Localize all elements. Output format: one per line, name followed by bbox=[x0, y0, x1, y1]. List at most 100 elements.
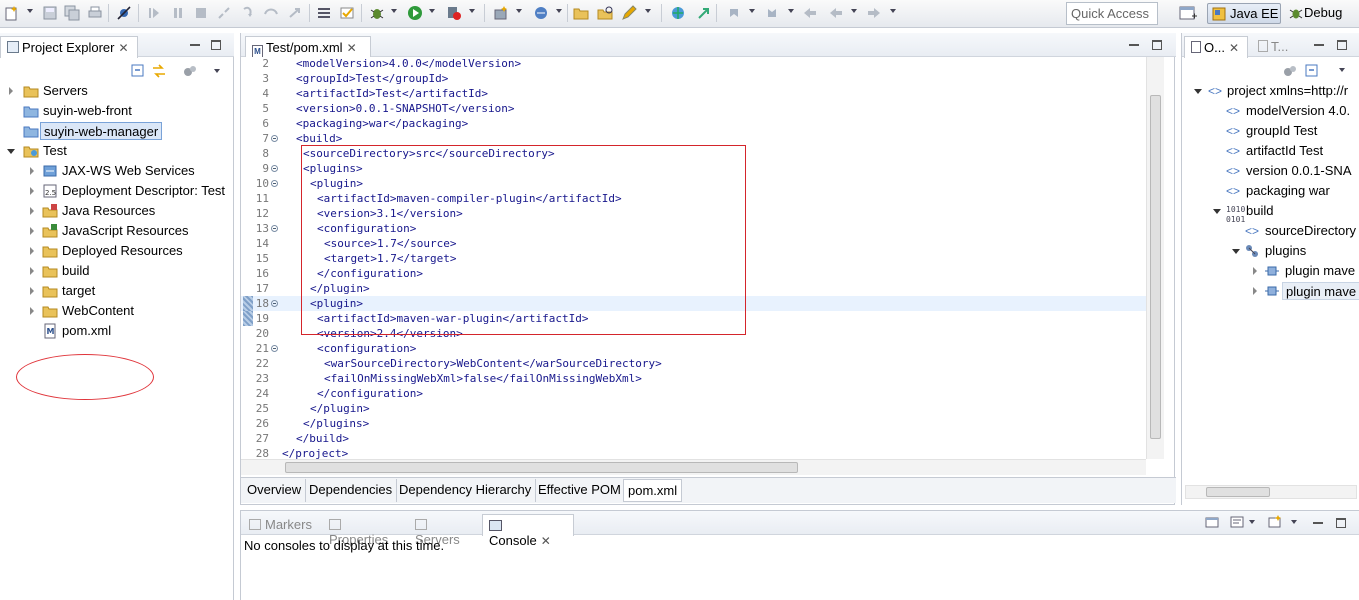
open-folder-icon[interactable] bbox=[573, 5, 589, 21]
debug-perspective-button[interactable]: Debug bbox=[1285, 3, 1355, 24]
tree-item-test-project[interactable]: Test bbox=[0, 141, 234, 161]
fold-toggle-icon[interactable] bbox=[271, 180, 278, 187]
scroll-thumb[interactable] bbox=[1206, 487, 1270, 497]
view-menu-icon[interactable] bbox=[214, 69, 220, 73]
outline-item-plugin-2[interactable]: plugin mave bbox=[1182, 281, 1359, 301]
outline-item-plugin-1[interactable]: plugin mave bbox=[1182, 261, 1359, 281]
minimize-icon[interactable] bbox=[1314, 40, 1324, 46]
scroll-thumb[interactable] bbox=[1150, 95, 1161, 439]
filter-icon[interactable] bbox=[182, 63, 198, 79]
print-icon[interactable] bbox=[87, 5, 103, 21]
expand-icon[interactable] bbox=[30, 207, 34, 215]
maximize-icon[interactable] bbox=[1336, 518, 1346, 528]
tree-item-java-resources[interactable]: Java Resources bbox=[0, 201, 234, 221]
code-line[interactable]: 26 </plugins> bbox=[241, 416, 1146, 431]
minimize-icon[interactable] bbox=[1313, 518, 1323, 524]
run-icon[interactable] bbox=[407, 5, 423, 21]
new-dropdown-icon[interactable] bbox=[27, 9, 33, 13]
tab-effective-pom[interactable]: Effective POM bbox=[534, 479, 626, 502]
fold-toggle-icon[interactable] bbox=[271, 345, 278, 352]
pin-console-icon[interactable] bbox=[1204, 514, 1220, 530]
code-line[interactable]: 21 <configuration> bbox=[241, 341, 1146, 356]
collapse-icon[interactable] bbox=[7, 149, 15, 154]
outline-item-plugins[interactable]: plugins bbox=[1182, 241, 1359, 261]
expand-icon[interactable] bbox=[30, 267, 34, 275]
collapse-icon[interactable] bbox=[1232, 249, 1240, 254]
last-edit-icon[interactable] bbox=[696, 5, 712, 21]
display-console-dropdown-icon[interactable] bbox=[1249, 520, 1255, 524]
code-line[interactable]: 7 <build> bbox=[241, 131, 1146, 146]
code-line[interactable]: 4 <artifactId>Test</artifactId> bbox=[241, 86, 1146, 101]
expand-icon[interactable] bbox=[30, 227, 34, 235]
code-line[interactable]: 23 <failOnMissingWebXml>false</failOnMiss… bbox=[241, 371, 1146, 386]
globe-icon[interactable] bbox=[670, 5, 686, 21]
code-line[interactable]: 25 </plugin> bbox=[241, 401, 1146, 416]
tree-item-target[interactable]: target bbox=[0, 281, 234, 301]
horizontal-scrollbar[interactable] bbox=[241, 459, 1146, 475]
fold-toggle-icon[interactable] bbox=[271, 300, 278, 307]
tab-test-pom-xml[interactable]: M Test/pom.xml ✕ bbox=[245, 36, 371, 58]
vertical-scrollbar[interactable] bbox=[1146, 57, 1164, 459]
previous-annotation-icon[interactable] bbox=[764, 5, 780, 21]
debug-dropdown-icon[interactable] bbox=[391, 9, 397, 13]
close-icon[interactable]: ✕ bbox=[118, 41, 128, 55]
new-web-icon[interactable] bbox=[533, 5, 549, 21]
tab-outline[interactable]: O... ✕ bbox=[1184, 36, 1248, 58]
step-over-icon[interactable] bbox=[263, 5, 279, 21]
close-icon[interactable]: ✕ bbox=[541, 534, 551, 548]
outline-item-sourcedirectory[interactable]: <> sourceDirectory bbox=[1182, 221, 1359, 241]
pen-icon[interactable] bbox=[621, 5, 637, 21]
outline-item-groupid[interactable]: <> groupId Test bbox=[1182, 121, 1359, 141]
display-console-icon[interactable] bbox=[1229, 514, 1245, 530]
minimize-icon[interactable] bbox=[190, 40, 200, 46]
code-line[interactable]: 2 <modelVersion>4.0.0</modelVersion> bbox=[241, 57, 1146, 71]
view-menu-icon[interactable] bbox=[1339, 68, 1345, 72]
expand-icon[interactable] bbox=[1253, 267, 1257, 275]
code-line[interactable]: 22 <warSourceDirectory>WebContent</warSou… bbox=[241, 356, 1146, 371]
terminate-icon[interactable] bbox=[193, 5, 209, 21]
next-annotation-icon[interactable] bbox=[726, 5, 742, 21]
new-server-icon[interactable] bbox=[493, 5, 509, 21]
next-annotation-dropdown-icon[interactable] bbox=[749, 9, 755, 13]
tree-item-deployment-descriptor[interactable]: 2.5 Deployment Descriptor: Test bbox=[0, 181, 234, 201]
collapse-all-icon[interactable] bbox=[1304, 63, 1320, 79]
expand-icon[interactable] bbox=[30, 167, 34, 175]
tree-item-jaxws[interactable]: JAX-WS Web Services bbox=[0, 161, 234, 181]
expand-icon[interactable] bbox=[30, 247, 34, 255]
maximize-icon[interactable] bbox=[1152, 40, 1162, 50]
tab-properties[interactable]: Properties bbox=[323, 514, 407, 547]
fold-toggle-icon[interactable] bbox=[271, 135, 278, 142]
outline-item-project[interactable]: <> project xmlns=http://r bbox=[1182, 81, 1359, 101]
tab-dependency-hierarchy[interactable]: Dependency Hierarchy bbox=[395, 479, 537, 502]
outline-item-artifactid[interactable]: <> artifactId Test bbox=[1182, 141, 1359, 161]
disconnect-icon[interactable] bbox=[216, 5, 232, 21]
maximize-icon[interactable] bbox=[211, 40, 221, 50]
tree-item-suyin-web-manager[interactable]: suyin-web-manager bbox=[0, 121, 234, 141]
new-web-dropdown-icon[interactable] bbox=[556, 9, 562, 13]
suspend-icon[interactable] bbox=[170, 5, 186, 21]
tree-item-build[interactable]: build bbox=[0, 261, 234, 281]
expand-icon[interactable] bbox=[30, 187, 34, 195]
outline-item-modelversion[interactable]: <> modelVersion 4.0. bbox=[1182, 101, 1359, 121]
tab-servers[interactable]: Servers bbox=[409, 514, 481, 547]
previous-annotation-dropdown-icon[interactable] bbox=[788, 9, 794, 13]
tab-project-explorer[interactable]: Project Explorer ✕ bbox=[0, 36, 138, 58]
outline-item-version[interactable]: <> version 0.0.1-SNA bbox=[1182, 161, 1359, 181]
horizontal-scrollbar[interactable] bbox=[1185, 485, 1357, 499]
tab-dependencies[interactable]: Dependencies bbox=[305, 479, 398, 502]
collapse-all-icon[interactable] bbox=[130, 63, 146, 79]
new-icon[interactable] bbox=[4, 5, 20, 21]
outline-item-build[interactable]: 1010 0101 build bbox=[1182, 201, 1359, 224]
skip-breakpoints-icon[interactable] bbox=[116, 5, 132, 21]
collapse-icon[interactable] bbox=[1213, 209, 1221, 214]
task-icon[interactable] bbox=[339, 5, 355, 21]
tree-item-servers[interactable]: Servers bbox=[0, 81, 234, 101]
tab-pom-xml[interactable]: pom.xml bbox=[623, 479, 683, 502]
code-line[interactable]: 6 <packaging>war</packaging> bbox=[241, 116, 1146, 131]
code-line[interactable]: 3 <groupId>Test</groupId> bbox=[241, 71, 1146, 86]
step-into-icon[interactable] bbox=[240, 5, 256, 21]
open-console-icon[interactable] bbox=[1267, 514, 1283, 530]
link-with-editor-icon[interactable] bbox=[151, 63, 167, 79]
resume-icon[interactable] bbox=[146, 5, 162, 21]
code-line[interactable]: 28 </project> bbox=[241, 446, 1146, 459]
